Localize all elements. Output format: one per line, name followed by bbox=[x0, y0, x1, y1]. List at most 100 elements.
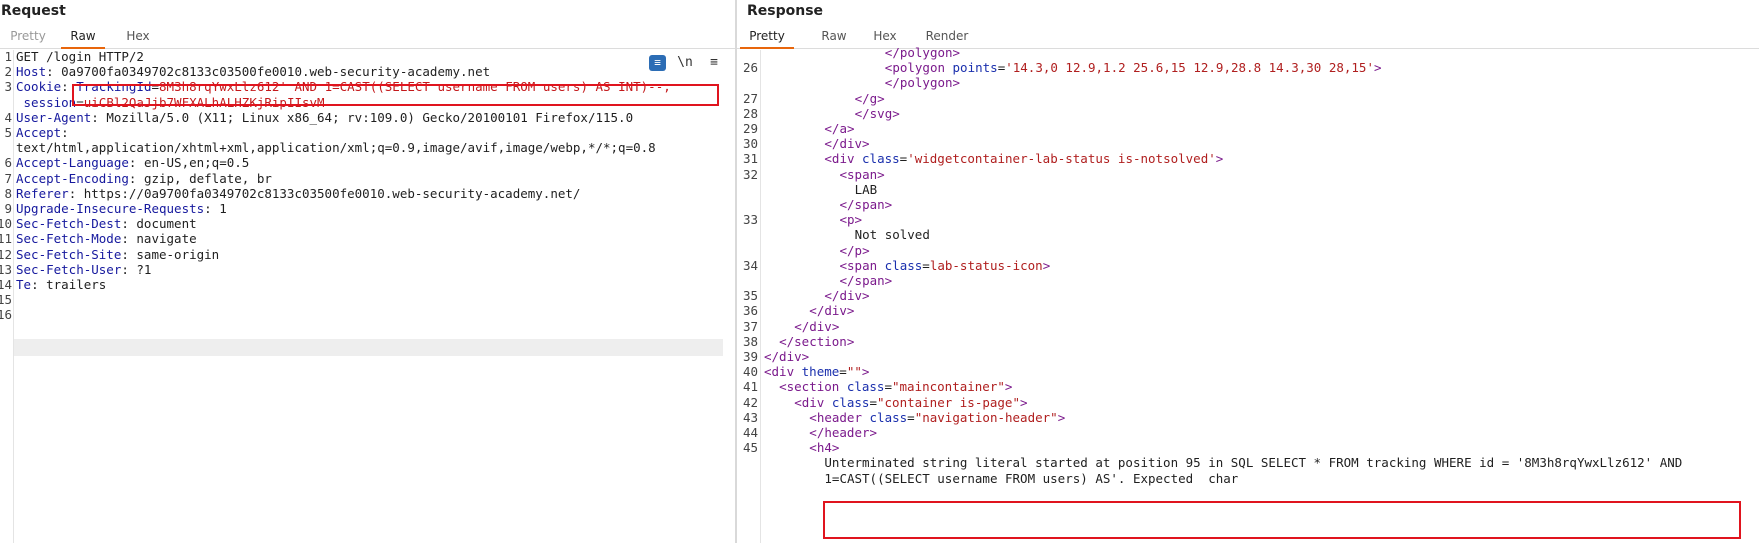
code-token: = bbox=[907, 409, 915, 425]
code-token: </div> bbox=[794, 318, 840, 334]
line-number: 16 bbox=[0, 307, 12, 323]
code-token: > bbox=[1373, 60, 1382, 76]
code-token: LAB bbox=[854, 181, 878, 197]
code-token: : https://0a9700fa0349702c8133c03500fe00… bbox=[68, 185, 581, 201]
code-token: "" bbox=[846, 364, 862, 380]
request-title: Request bbox=[1, 3, 66, 19]
code-token: theme bbox=[801, 364, 840, 380]
response-line: 1=CAST((SELECT username FROM users) AS'.… bbox=[737, 470, 1759, 487]
code-token: polygon bbox=[899, 45, 953, 60]
code-token: : same-origin bbox=[121, 246, 220, 262]
code-token: </div> bbox=[764, 349, 810, 364]
request-tabs: Pretty Raw Hex ≡ \n ≡ bbox=[0, 28, 735, 71]
code-token: = bbox=[922, 257, 930, 273]
code-token: 'widgetcontainer-lab-status is-notsolved… bbox=[907, 151, 1216, 167]
code-token: lab-status-icon bbox=[929, 257, 1043, 273]
code-token: class bbox=[846, 379, 885, 395]
code-token: class bbox=[869, 409, 908, 425]
code-token: : en-US,en;q=0.5 bbox=[128, 155, 250, 171]
code-token: </g> bbox=[854, 90, 885, 106]
code-token: <h4> bbox=[809, 440, 840, 456]
response-pane: Response Pretty Raw Hex Render </polygon… bbox=[737, 0, 1759, 543]
code-token: <polygon bbox=[884, 60, 953, 76]
tab-request-pretty[interactable]: Pretty bbox=[8, 29, 48, 47]
code-token: : ?1 bbox=[121, 261, 152, 277]
code-token: = bbox=[869, 394, 877, 410]
code-token: session bbox=[16, 94, 77, 110]
code-token: <header bbox=[809, 409, 870, 425]
code-token: Accept-Encoding bbox=[16, 170, 129, 186]
code-token: <div bbox=[764, 364, 802, 380]
request-line: 16 bbox=[0, 306, 735, 323]
code-token: </span> bbox=[839, 197, 893, 212]
code-token: > bbox=[861, 364, 870, 380]
code-token: Accept-Language bbox=[16, 155, 129, 171]
code-token: Upgrade-Insecure-Requests bbox=[16, 201, 205, 216]
code-token: </svg> bbox=[854, 105, 900, 121]
tab-request-raw[interactable]: Raw bbox=[61, 29, 105, 49]
code-token: text/html,application/xhtml+xml,applicat… bbox=[16, 140, 656, 156]
code-token: : navigate bbox=[121, 231, 197, 247]
code-token: "container is-page" bbox=[877, 394, 1020, 410]
code-token: User-Agent bbox=[16, 109, 92, 125]
code-token: Sec-Fetch-Mode bbox=[16, 231, 122, 247]
code-token: <div bbox=[824, 151, 863, 167]
code-token: <span> bbox=[839, 166, 885, 182]
code-token: </section> bbox=[779, 333, 855, 349]
code-token: </div> bbox=[824, 288, 870, 304]
highlight-error-box bbox=[823, 501, 1741, 539]
tab-request-hex[interactable]: Hex bbox=[125, 29, 151, 47]
code-token: = bbox=[884, 379, 892, 395]
code-token: Sec-Fetch-Site bbox=[16, 246, 122, 262]
request-editor[interactable]: 1 GET /login HTTP/2 2 Host: 0a9700fa0349702… bbox=[0, 49, 735, 543]
code-token: > bbox=[1215, 151, 1224, 167]
code-token: Not solved bbox=[854, 227, 930, 243]
code-token: Sec-Fetch-User bbox=[16, 261, 122, 277]
code-token: : Mozilla/5.0 (X11; Linux x86_64; rv:109… bbox=[91, 109, 634, 125]
request-pane: Request Pretty Raw Hex ≡ \n ≡ 1 GET /logi… bbox=[0, 0, 735, 543]
code-token: points bbox=[952, 60, 998, 76]
code-token: </p> bbox=[839, 242, 870, 258]
code-token: > bbox=[1042, 257, 1051, 273]
code-token: : gzip, deflate, br bbox=[128, 170, 272, 186]
code-token: </span> bbox=[839, 273, 893, 288]
code-token: 1=CAST((SELECT username FROM users) AS'.… bbox=[824, 470, 1239, 486]
code-token: = bbox=[839, 364, 847, 380]
code-token: : 0a9700fa0349702c8133c03500fe0010.web-s… bbox=[46, 64, 491, 80]
code-token: class bbox=[884, 257, 923, 273]
code-token: "maincontainer" bbox=[892, 379, 1005, 395]
code-token: GET /login HTTP/2 bbox=[16, 49, 144, 64]
cursor-line bbox=[14, 339, 723, 356]
code-token: > bbox=[1020, 394, 1028, 410]
code-token: "navigation-header" bbox=[914, 409, 1058, 425]
code-token: </header> bbox=[809, 425, 878, 440]
code-token: </ bbox=[884, 45, 900, 60]
line-text: 1=CAST((SELECT username FROM users) AS'.… bbox=[764, 470, 1238, 487]
code-token: Sec-Fetch-Dest bbox=[16, 216, 122, 232]
code-token: Host bbox=[16, 64, 47, 80]
response-editor[interactable]: </polygon> 26 <polygon points='14.3,0 12.9… bbox=[737, 45, 1759, 543]
code-token: <p> bbox=[839, 212, 863, 228]
code-token: : document bbox=[121, 216, 197, 232]
code-token: Cookie bbox=[16, 79, 62, 95]
code-token: </div> bbox=[824, 136, 870, 152]
code-token: <div bbox=[794, 394, 832, 410]
code-token: : bbox=[61, 125, 69, 140]
code-token: <span bbox=[839, 257, 885, 273]
code-token: '14.3,0 12.9,1.2 25.6,15 12.9,28.8 14.3,… bbox=[1005, 60, 1374, 76]
code-token: > bbox=[1057, 409, 1066, 425]
code-token: Accept bbox=[16, 125, 62, 140]
code-token: </div> bbox=[809, 303, 855, 319]
code-token: <section bbox=[779, 379, 847, 395]
code-token: > bbox=[952, 45, 961, 60]
code-token: : 1 bbox=[204, 201, 227, 216]
code-token: Referer bbox=[16, 185, 69, 201]
code-token: : trailers bbox=[31, 277, 107, 292]
code-token: Unterminated string literal started at p… bbox=[824, 455, 1683, 471]
code-token: Te bbox=[16, 277, 32, 292]
code-token: > bbox=[1004, 379, 1013, 395]
code-token: class bbox=[862, 151, 900, 167]
code-token: </polygon> bbox=[884, 75, 961, 91]
code-token: </a> bbox=[824, 121, 855, 136]
response-title: Response bbox=[747, 3, 824, 19]
